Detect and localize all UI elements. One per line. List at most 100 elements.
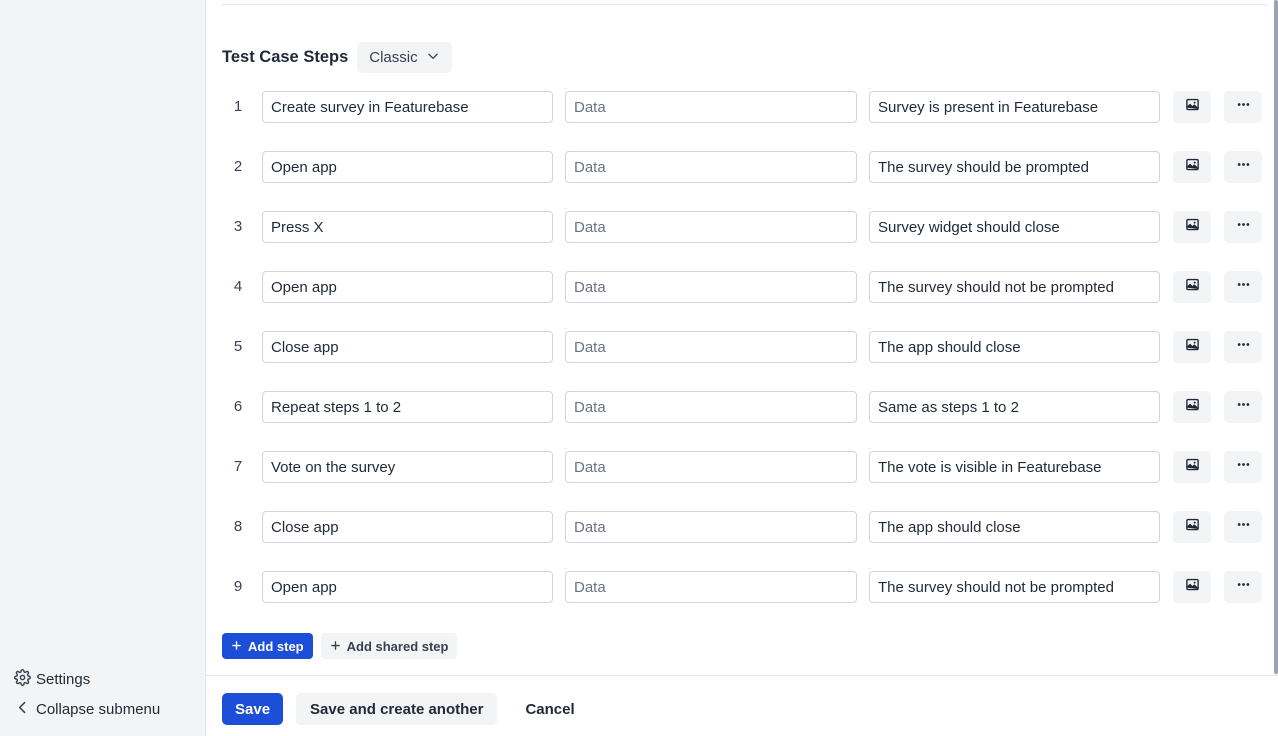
step-expected-result-input[interactable] xyxy=(869,331,1160,363)
gear-icon xyxy=(14,669,31,690)
attach-image-button[interactable] xyxy=(1173,451,1211,483)
image-icon xyxy=(1185,337,1200,357)
step-more-button[interactable] xyxy=(1224,91,1262,123)
image-icon xyxy=(1185,397,1200,417)
step-expected-result-input[interactable] xyxy=(869,91,1160,123)
step-data-input[interactable] xyxy=(565,391,857,423)
step-action-input[interactable] xyxy=(262,151,553,183)
step-action-input[interactable] xyxy=(262,211,553,243)
step-action-input[interactable] xyxy=(262,571,553,603)
step-more-button[interactable] xyxy=(1224,451,1262,483)
step-action-input[interactable] xyxy=(262,331,553,363)
divider xyxy=(222,4,1268,5)
attach-image-button[interactable] xyxy=(1173,391,1211,423)
step-more-button[interactable] xyxy=(1224,211,1262,243)
image-icon xyxy=(1185,457,1200,477)
step-data-input[interactable] xyxy=(565,91,857,123)
chevron-left-icon xyxy=(14,699,31,720)
step-number: 9 xyxy=(233,578,243,595)
step-expected-result-input[interactable] xyxy=(869,211,1160,243)
image-icon xyxy=(1185,277,1200,297)
step-row: 2 xyxy=(222,151,1262,183)
step-action-input[interactable] xyxy=(262,511,553,543)
step-expected-result-input[interactable] xyxy=(869,511,1160,543)
more-horizontal-icon xyxy=(1236,517,1251,537)
step-number: 4 xyxy=(233,278,243,295)
step-more-button[interactable] xyxy=(1224,271,1262,303)
step-row: 6 xyxy=(222,391,1262,423)
step-number: 5 xyxy=(233,338,243,355)
step-row: 3 xyxy=(222,211,1262,243)
step-number: 1 xyxy=(233,98,243,115)
chevron-down-icon xyxy=(426,49,440,67)
step-data-input[interactable] xyxy=(565,451,857,483)
step-data-input[interactable] xyxy=(565,331,857,363)
image-icon xyxy=(1185,577,1200,597)
save-button[interactable]: Save xyxy=(222,693,284,725)
scrollbar-thumb[interactable] xyxy=(1274,0,1278,674)
more-horizontal-icon xyxy=(1236,217,1251,237)
step-row: 7 xyxy=(222,451,1262,483)
step-more-button[interactable] xyxy=(1224,331,1262,363)
step-number: 8 xyxy=(233,518,243,535)
save-and-create-another-button[interactable]: Save and create another xyxy=(296,693,498,725)
attach-image-button[interactable] xyxy=(1173,211,1211,243)
step-data-input[interactable] xyxy=(565,571,857,603)
add-shared-step-button[interactable]: Add shared step xyxy=(320,633,458,659)
step-action-input[interactable] xyxy=(262,391,553,423)
add-step-label: Add step xyxy=(248,638,304,654)
attach-image-button[interactable] xyxy=(1173,511,1211,543)
step-more-button[interactable] xyxy=(1224,511,1262,543)
step-more-button[interactable] xyxy=(1224,151,1262,183)
step-number: 2 xyxy=(233,158,243,175)
step-expected-result-input[interactable] xyxy=(869,391,1160,423)
more-horizontal-icon xyxy=(1236,577,1251,597)
attach-image-button[interactable] xyxy=(1173,91,1211,123)
image-icon xyxy=(1185,157,1200,177)
step-row: 9 xyxy=(222,571,1262,603)
step-row: 1 xyxy=(222,91,1262,123)
attach-image-button[interactable] xyxy=(1173,151,1211,183)
step-expected-result-input[interactable] xyxy=(869,571,1160,603)
step-expected-result-input[interactable] xyxy=(869,271,1160,303)
step-data-input[interactable] xyxy=(565,511,857,543)
more-horizontal-icon xyxy=(1236,457,1251,477)
step-row: 5 xyxy=(222,331,1262,363)
collapse-submenu-link[interactable]: Collapse submenu xyxy=(14,699,160,720)
plus-icon xyxy=(330,639,341,654)
cancel-button[interactable]: Cancel xyxy=(510,693,589,725)
step-action-input[interactable] xyxy=(262,271,553,303)
more-horizontal-icon xyxy=(1236,397,1251,417)
step-row: 8 xyxy=(222,511,1262,543)
add-step-button[interactable]: Add step xyxy=(222,633,313,659)
image-icon xyxy=(1185,97,1200,117)
attach-image-button[interactable] xyxy=(1173,571,1211,603)
step-data-input[interactable] xyxy=(565,151,857,183)
step-expected-result-input[interactable] xyxy=(869,151,1160,183)
more-horizontal-icon xyxy=(1236,157,1251,177)
step-data-input[interactable] xyxy=(565,211,857,243)
attach-image-button[interactable] xyxy=(1173,271,1211,303)
step-action-input[interactable] xyxy=(262,451,553,483)
step-data-input[interactable] xyxy=(565,271,857,303)
collapse-submenu-label: Collapse submenu xyxy=(36,701,161,718)
add-shared-step-label: Add shared step xyxy=(346,638,449,654)
step-number: 3 xyxy=(233,218,243,235)
step-action-input[interactable] xyxy=(262,91,553,123)
steps-mode-dropdown[interactable]: Classic xyxy=(357,42,452,73)
main-content: Test Case Steps Classic 1 2 3 4 5 6 7 8 9 Add st… xyxy=(206,0,1278,736)
more-horizontal-icon xyxy=(1236,97,1251,117)
step-row: 4 xyxy=(222,271,1262,303)
image-icon xyxy=(1185,517,1200,537)
sidebar: Settings Collapse submenu xyxy=(0,0,206,736)
settings-link[interactable]: Settings xyxy=(14,669,90,690)
more-horizontal-icon xyxy=(1236,337,1251,357)
step-more-button[interactable] xyxy=(1224,571,1262,603)
section-header: Test Case Steps Classic xyxy=(222,42,452,73)
step-expected-result-input[interactable] xyxy=(869,451,1160,483)
step-number: 7 xyxy=(233,458,243,475)
section-title: Test Case Steps xyxy=(222,48,349,66)
mode-label: Classic xyxy=(369,49,418,66)
attach-image-button[interactable] xyxy=(1173,331,1211,363)
step-more-button[interactable] xyxy=(1224,391,1262,423)
